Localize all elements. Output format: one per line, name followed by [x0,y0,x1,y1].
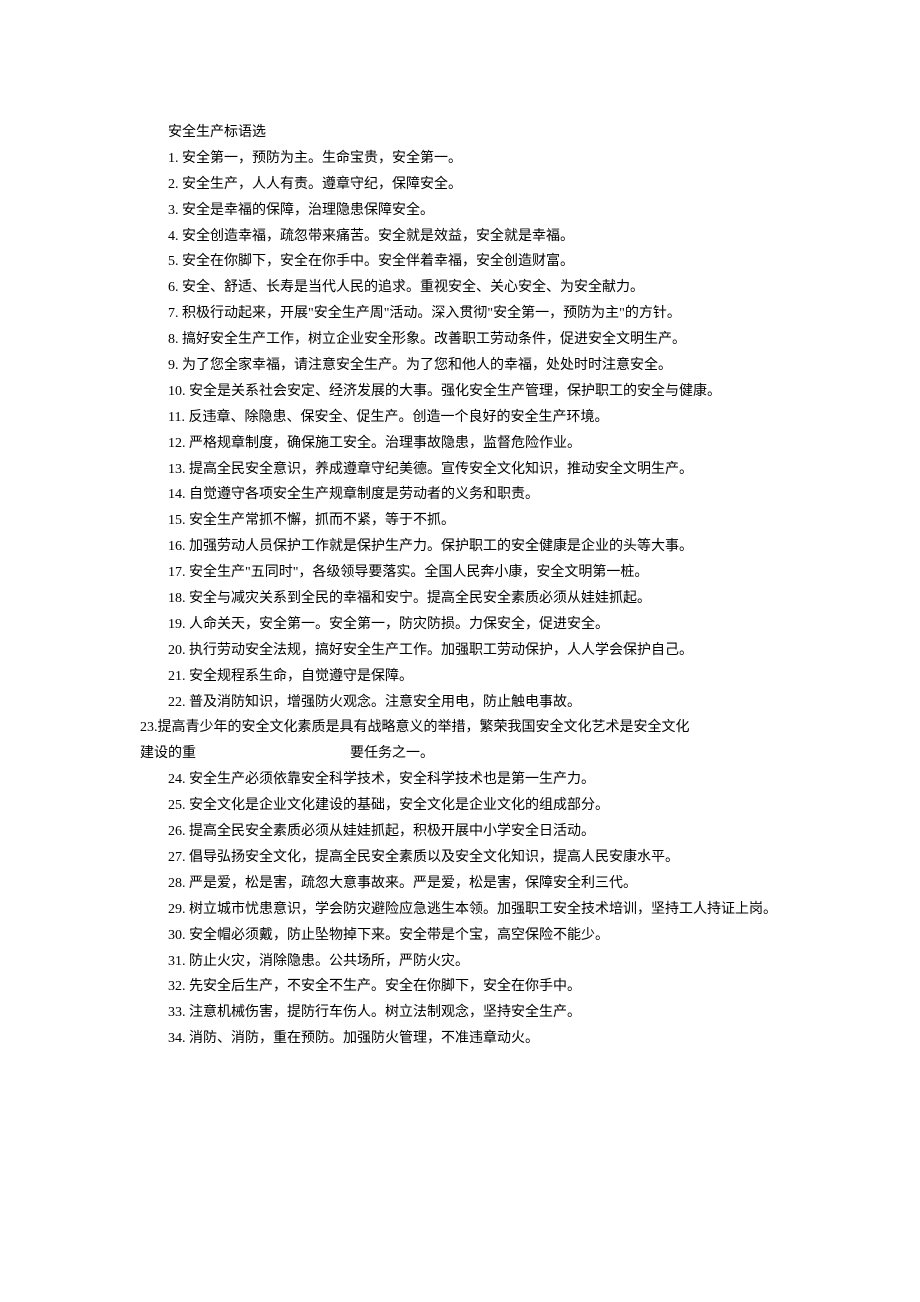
slogan-list-after: 24. 安全生产必须依靠安全科学技术，安全科学技术也是第一生产力。25. 安全文… [140,767,800,1052]
slogan-item: 8. 搞好安全生产工作，树立企业安全形象。改善职工劳动条件，促进安全文明生产。 [140,327,800,353]
slogan-item: 22. 普及消防知识，增强防火观念。注意安全用电，防止触电事故。 [140,690,800,716]
slogan-item: 21. 安全规程系生命，自觉遵守是保障。 [140,664,800,690]
slogan-item: 9. 为了您全家幸福，请注意安全生产。为了您和他人的幸福，处处时时注意安全。 [140,353,800,379]
slogan-23-gap [196,741,350,767]
slogan-item: 1. 安全第一，预防为主。生命宝贵，安全第一。 [140,146,800,172]
slogan-item: 34. 消防、消防，重在预防。加强防火管理，不准违章动火。 [140,1026,800,1052]
slogan-item: 30. 安全帽必须戴，防止坠物掉下来。安全带是个宝，高空保险不能少。 [140,923,800,949]
slogan-item: 12. 严格规章制度，确保施工安全。治理事故隐患，监督危险作业。 [140,431,800,457]
slogan-item: 25. 安全文化是企业文化建设的基础，安全文化是企业文化的组成部分。 [140,793,800,819]
slogan-item: 10. 安全是关系社会安定、经济发展的大事。强化安全生产管理，保护职工的安全与健… [140,379,800,405]
slogan-item: 19. 人命关天，安全第一。安全第一，防灾防损。力保安全，促进安全。 [140,612,800,638]
slogan-item: 15. 安全生产常抓不懈，抓而不紧，等于不抓。 [140,508,800,534]
slogan-23-prefix: 建设的重 [140,741,196,767]
slogan-item: 5. 安全在你脚下，安全在你手中。安全伴着幸福，安全创造财富。 [140,249,800,275]
slogan-item: 6. 安全、舒适、长寿是当代人民的追求。重视安全、关心安全、为安全献力。 [140,275,800,301]
slogan-item: 18. 安全与减灾关系到全民的幸福和安宁。提高全民安全素质必须从娃娃抓起。 [140,586,800,612]
slogan-item-23: 23.提高青少年的安全文化素质是具有战略意义的举措，繁荣我国安全文化艺术是安全文… [140,715,800,767]
slogan-item: 32. 先安全后生产，不安全不生产。安全在你脚下，安全在你手中。 [140,974,800,1000]
slogan-item: 24. 安全生产必须依靠安全科学技术，安全科学技术也是第一生产力。 [140,767,800,793]
slogan-item: 28. 严是爱，松是害，疏忽大意事故来。严是爱，松是害，保障安全利三代。 [140,871,800,897]
slogan-item: 20. 执行劳动安全法规，搞好安全生产工作。加强职工劳动保护，人人学会保护自己。 [140,638,800,664]
slogan-item: 33. 注意机械伤害，提防行车伤人。树立法制观念，坚持安全生产。 [140,1000,800,1026]
slogan-list: 1. 安全第一，预防为主。生命宝贵，安全第一。2. 安全生产，人人有责。遵章守纪… [140,146,800,716]
slogan-item: 29. 树立城市忧患意识，学会防灾避险应急逃生本领。加强职工安全技术培训，坚持工… [140,897,800,923]
slogan-item: 11. 反违章、除隐患、保安全、促生产。创造一个良好的安全生产环境。 [140,405,800,431]
slogan-item: 4. 安全创造幸福，疏忽带来痛苦。安全就是效益，安全就是幸福。 [140,224,800,250]
slogan-item: 14. 自觉遵守各项安全生产规章制度是劳动者的义务和职责。 [140,482,800,508]
slogan-23-suffix: 要任务之一。 [350,741,434,767]
slogan-item: 27. 倡导弘扬安全文化，提高全民安全素质以及安全文化知识，提高人民安康水平。 [140,845,800,871]
slogan-item: 7. 积极行动起来，开展"安全生产周"活动。深入贯彻"安全第一，预防为主"的方针… [140,301,800,327]
slogan-item: 3. 安全是幸福的保障，治理隐患保障安全。 [140,198,800,224]
slogan-item: 13. 提高全民安全意识，养成遵章守纪美德。宣传安全文化知识，推动安全文明生产。 [140,457,800,483]
slogan-23-line1: 23.提高青少年的安全文化素质是具有战略意义的举措，繁荣我国安全文化艺术是安全文… [140,715,800,741]
slogan-item: 2. 安全生产，人人有责。遵章守纪，保障安全。 [140,172,800,198]
slogan-23-line2: 建设的重 要任务之一。 [140,741,800,767]
document-title: 安全生产标语选 [140,120,800,146]
slogan-item: 17. 安全生产"五同时"，各级领导要落实。全国人民奔小康，安全文明第一桩。 [140,560,800,586]
slogan-item: 26. 提高全民安全素质必须从娃娃抓起，积极开展中小学安全日活动。 [140,819,800,845]
slogan-item: 16. 加强劳动人员保护工作就是保护生产力。保护职工的安全健康是企业的头等大事。 [140,534,800,560]
slogan-item: 31. 防止火灾，消除隐患。公共场所，严防火灾。 [140,949,800,975]
